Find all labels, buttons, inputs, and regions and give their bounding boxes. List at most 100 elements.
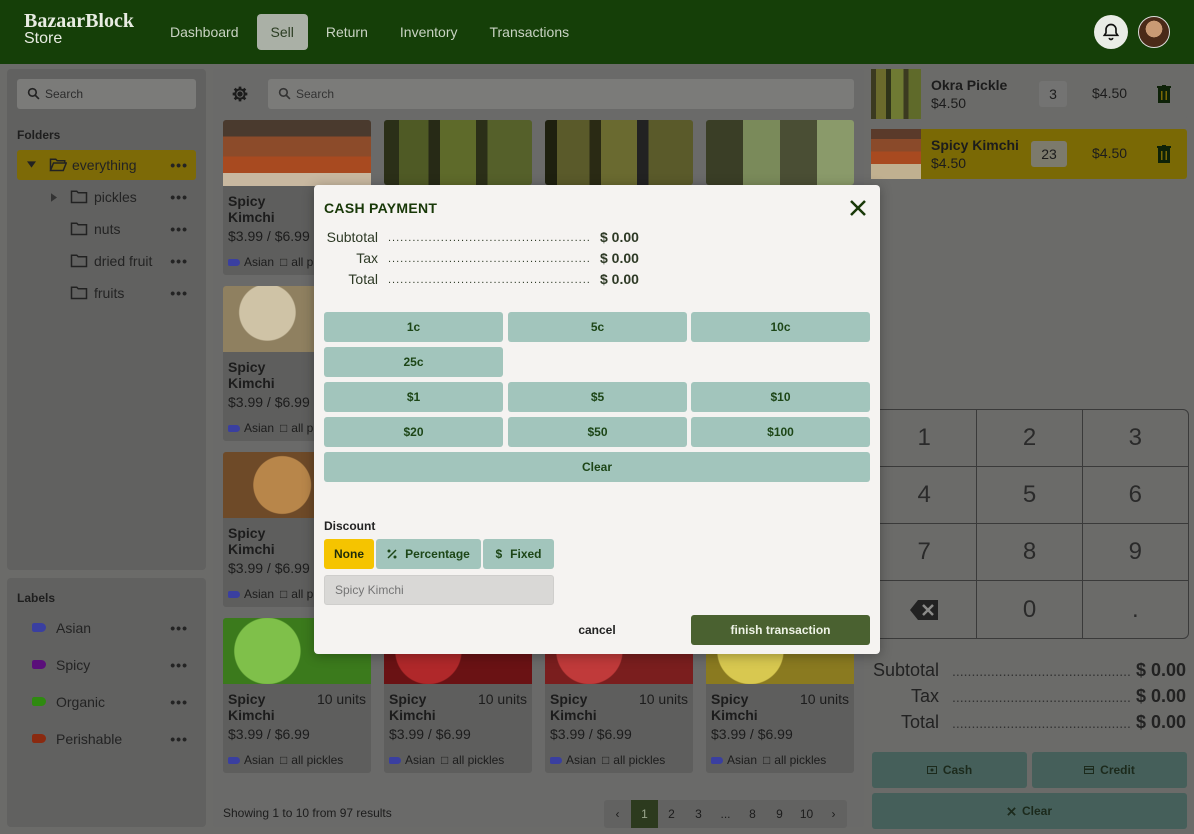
nav-return[interactable]: Return [312, 14, 382, 50]
key-8[interactable]: 8 [977, 524, 1083, 581]
folder-icon: □ [280, 753, 288, 767]
folder-icon: □ [763, 753, 771, 767]
gear-icon[interactable] [232, 86, 248, 102]
sidebar-search-input[interactable]: Search [17, 79, 196, 109]
nav-transactions[interactable]: Transactions [475, 14, 583, 50]
quantity-input[interactable]: 23 [1031, 141, 1067, 167]
cart-item[interactable]: Okra Pickle $4.50 3 $4.50 [871, 69, 1187, 119]
clear-amount-button[interactable]: Clear [324, 452, 870, 482]
trash-icon[interactable] [1157, 145, 1171, 163]
bill-10-button[interactable]: $10 [691, 382, 870, 412]
more-icon[interactable]: ••• [170, 150, 188, 180]
tag-icon [32, 660, 46, 669]
folder-pickles[interactable]: pickles ••• [17, 182, 196, 212]
clear-cart-button[interactable]: Clear [872, 793, 1187, 829]
finish-transaction-button[interactable]: finish transaction [691, 615, 870, 645]
cancel-button[interactable]: cancel [507, 615, 687, 645]
key-4[interactable]: 4 [872, 467, 978, 524]
label-asian[interactable]: Asian ••• [32, 616, 196, 640]
bill-1-button[interactable]: $1 [324, 382, 503, 412]
discount-none-button[interactable]: None [324, 539, 374, 569]
brand-logo[interactable]: BazaarBlock Store [24, 11, 134, 48]
product-price: $3.99 / $6.99 [228, 726, 310, 742]
nav-sell[interactable]: Sell [256, 14, 308, 50]
numeric-keypad: 1 2 3 4 5 6 7 8 9 0 . [871, 409, 1189, 639]
more-icon[interactable]: ••• [170, 690, 188, 714]
key-2[interactable]: 2 [977, 410, 1083, 467]
page-button[interactable]: 9 [766, 800, 793, 828]
label-perishable[interactable]: Perishable ••• [32, 727, 196, 751]
more-icon[interactable]: ••• [170, 653, 188, 677]
notifications-button[interactable] [1094, 15, 1128, 49]
page-button[interactable]: 2 [658, 800, 685, 828]
more-icon[interactable]: ••• [170, 182, 188, 212]
more-icon[interactable]: ••• [170, 616, 188, 640]
folder-fruits[interactable]: fruits ••• [17, 278, 196, 308]
folder-icon [70, 254, 88, 268]
more-icon[interactable]: ••• [170, 246, 188, 276]
product-card[interactable] [545, 120, 693, 185]
product-units: 10 units [799, 691, 849, 707]
credit-button[interactable]: Credit [1032, 752, 1187, 788]
product-thumbnail [871, 69, 921, 119]
page-button[interactable]: 1 [631, 800, 658, 828]
product-image [384, 120, 532, 185]
trash-icon[interactable] [1157, 85, 1171, 103]
bill-50-button[interactable]: $50 [508, 417, 687, 447]
avatar[interactable] [1138, 16, 1170, 48]
folder-everything[interactable]: everything ••• [17, 150, 196, 180]
discount-label: Discount [324, 519, 376, 533]
product-price: $3.99 / $6.99 [389, 726, 471, 742]
tag-icon [32, 623, 46, 632]
quantity-input[interactable]: 3 [1039, 81, 1067, 107]
product-search-input[interactable]: Search [268, 79, 854, 109]
cart-item-selected[interactable]: Spicy Kimchi $4.50 23 $4.50 [871, 129, 1187, 179]
folders-title: Folders [17, 128, 61, 142]
product-name: Spicy Kimchi [228, 359, 275, 391]
product-image [545, 120, 693, 185]
folder-nuts[interactable]: nuts ••• [17, 214, 196, 244]
more-icon[interactable]: ••• [170, 214, 188, 244]
page-button[interactable]: 3 [685, 800, 712, 828]
key-backspace[interactable] [872, 581, 978, 638]
discount-input[interactable] [324, 575, 554, 605]
close-icon[interactable] [849, 199, 867, 217]
folder-icon [70, 190, 88, 204]
folder-dried-fruit[interactable]: dried fruit ••• [17, 246, 196, 276]
product-meta: Asian□all pickles [711, 753, 826, 767]
percent-icon [387, 549, 397, 559]
coin-25c-button[interactable]: 25c [324, 347, 503, 377]
dialog-subtotal: Subtotal ...............................… [326, 229, 639, 245]
key-5[interactable]: 5 [977, 467, 1083, 524]
key-1[interactable]: 1 [872, 410, 978, 467]
key-0[interactable]: 0 [977, 581, 1083, 638]
bill-100-button[interactable]: $100 [691, 417, 870, 447]
discount-percentage-button[interactable]: Percentage [376, 539, 481, 569]
nav-dashboard[interactable]: Dashboard [156, 14, 253, 50]
bill-5-button[interactable]: $5 [508, 382, 687, 412]
product-card[interactable] [384, 120, 532, 185]
more-icon[interactable]: ••• [170, 278, 188, 308]
search-icon [27, 87, 40, 100]
key-9[interactable]: 9 [1082, 524, 1188, 581]
coin-5c-button[interactable]: 5c [508, 312, 687, 342]
label-spicy[interactable]: Spicy ••• [32, 653, 196, 677]
page-button[interactable]: 10 [793, 800, 820, 828]
coin-1c-button[interactable]: 1c [324, 312, 503, 342]
key-7[interactable]: 7 [872, 524, 978, 581]
nav-inventory[interactable]: Inventory [386, 14, 472, 50]
more-icon[interactable]: ••• [170, 727, 188, 751]
key-6[interactable]: 6 [1082, 467, 1188, 524]
cash-button[interactable]: Cash [872, 752, 1027, 788]
product-card[interactable] [706, 120, 854, 185]
prev-page-button[interactable]: ‹ [604, 800, 631, 828]
page-button[interactable]: 8 [739, 800, 766, 828]
product-meta: Asian□all pickles [389, 753, 504, 767]
label-organic[interactable]: Organic ••• [32, 690, 196, 714]
bill-20-button[interactable]: $20 [324, 417, 503, 447]
key-3[interactable]: 3 [1082, 410, 1188, 467]
next-page-button[interactable]: › [820, 800, 847, 828]
discount-fixed-button[interactable]: $ Fixed [483, 539, 554, 569]
key-decimal[interactable]: . [1083, 581, 1188, 638]
coin-10c-button[interactable]: 10c [691, 312, 870, 342]
